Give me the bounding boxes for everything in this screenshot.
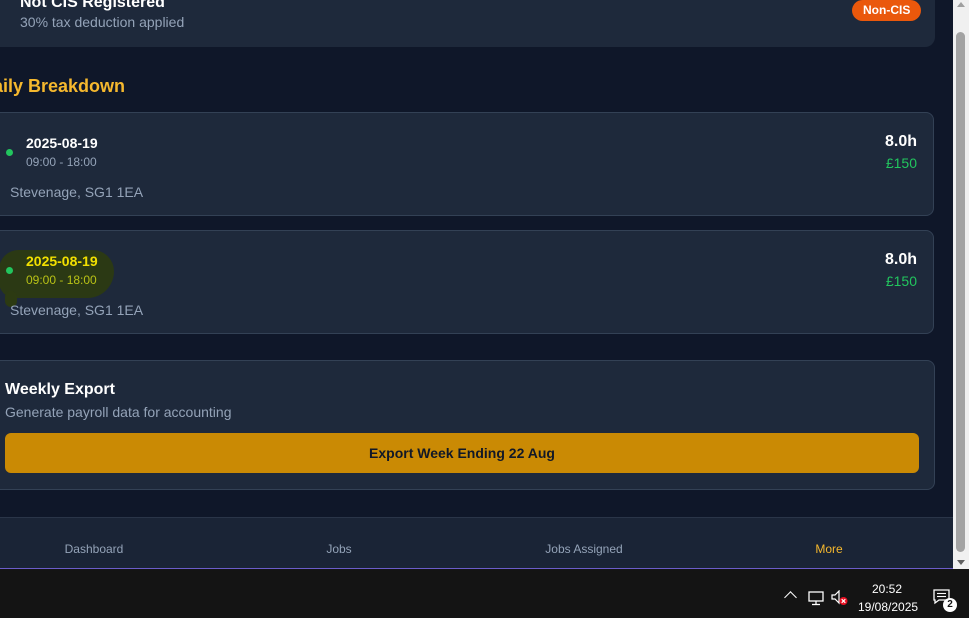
clock-time[interactable]: 20:52 xyxy=(872,582,902,596)
status-dot-icon xyxy=(6,149,13,156)
daily-entry-card[interactable]: 2025-08-19 09:00 - 18:00 Stevenage, SG1 … xyxy=(0,230,934,334)
export-subtitle: Generate payroll data for accounting xyxy=(5,404,232,420)
entry-location: Stevenage, SG1 1EA xyxy=(10,302,144,318)
entry-time-range: 09:00 - 18:00 xyxy=(26,155,97,169)
bottom-navigation: Dashboard Jobs Jobs Assigned More xyxy=(0,517,953,569)
app-window: Not CIS Registered 30% tax deduction app… xyxy=(0,0,953,569)
status-dot-icon xyxy=(6,267,13,274)
cis-status-title: Not CIS Registered xyxy=(20,0,165,11)
network-icon[interactable] xyxy=(808,591,826,606)
entry-location: Stevenage, SG1 1EA xyxy=(10,184,144,200)
vertical-scrollbar[interactable] xyxy=(953,0,969,569)
scroll-up-arrow-icon[interactable] xyxy=(957,2,965,7)
entry-pay: £150 xyxy=(885,273,917,289)
entry-hours: 8.0h xyxy=(884,133,917,150)
windows-taskbar: 20:52 19/08/2025 2 xyxy=(0,569,969,618)
scroll-down-arrow-icon[interactable] xyxy=(957,560,965,565)
scroll-thumb[interactable] xyxy=(956,32,965,552)
entry-hours: 8.0h xyxy=(884,251,917,268)
entry-pay: £150 xyxy=(885,155,917,171)
cis-status-badge: Non-CIS xyxy=(852,0,922,21)
volume-muted-icon[interactable] xyxy=(831,590,849,606)
notification-count-badge: 2 xyxy=(943,598,957,612)
cis-status-subtitle: 30% tax deduction applied xyxy=(20,14,185,30)
entry-date: 2025-08-19 xyxy=(26,253,98,269)
export-title: Weekly Export xyxy=(5,381,115,398)
nav-item-dashboard[interactable]: Dashboard xyxy=(65,542,124,556)
export-week-button[interactable]: Export Week Ending 22 Aug xyxy=(5,433,919,473)
daily-breakdown-heading: aily Breakdown xyxy=(0,76,126,96)
nav-item-jobs[interactable]: Jobs xyxy=(326,542,351,556)
chevron-up-icon[interactable] xyxy=(784,591,797,604)
cis-status-card: Not CIS Registered 30% tax deduction app… xyxy=(0,0,935,47)
entry-time-range: 09:00 - 18:00 xyxy=(26,273,97,287)
nav-item-jobs-assigned[interactable]: Jobs Assigned xyxy=(545,542,622,556)
daily-entry-card[interactable]: 2025-08-19 09:00 - 18:00 Stevenage, SG1 … xyxy=(0,112,934,216)
nav-item-more[interactable]: More xyxy=(815,542,842,556)
weekly-export-card: Weekly Export Generate payroll data for … xyxy=(0,360,935,490)
clock-date[interactable]: 19/08/2025 xyxy=(858,600,918,614)
entry-date: 2025-08-19 xyxy=(26,135,98,151)
